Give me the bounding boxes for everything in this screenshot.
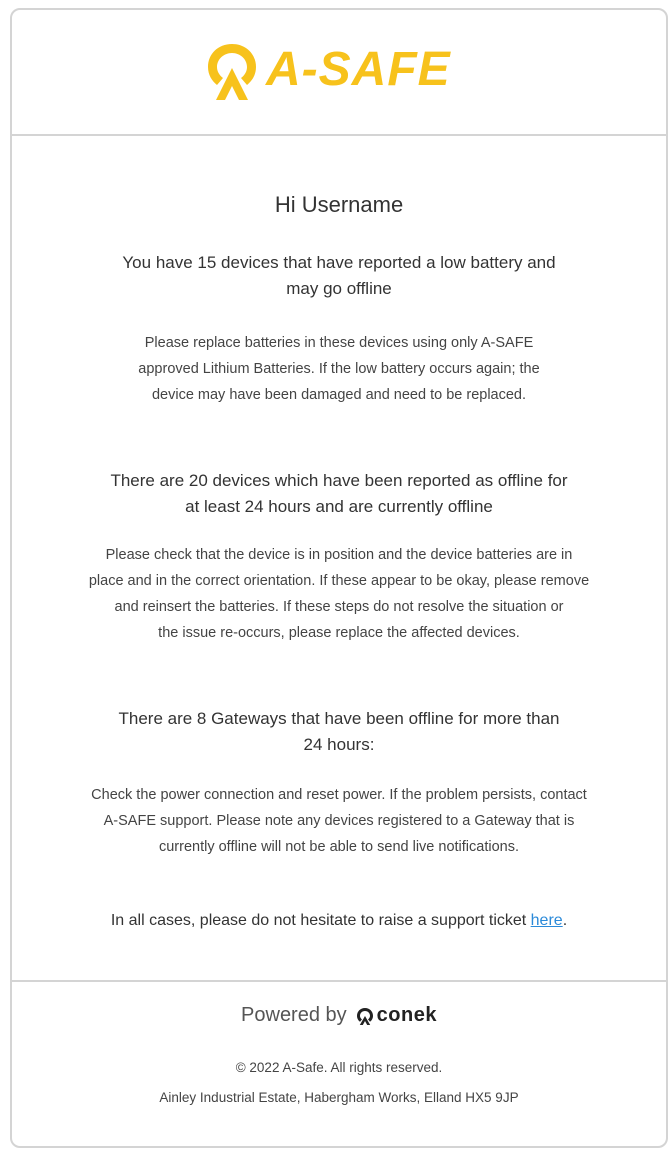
address-text: Ainley Industrial Estate, Habergham Work… (159, 1090, 519, 1105)
logo-text: A-SAFE (266, 43, 451, 96)
body-line: A-SAFE support. Please note any devices … (103, 813, 575, 829)
body-line: the issue re-occurs, please replace the … (158, 625, 520, 641)
closing-text-main: In all cases, please do not hesitate to … (110, 912, 531, 929)
body-line: Please check that the device is in posit… (105, 547, 573, 563)
greeting-heading: Hi Username (274, 192, 404, 217)
offline-gateways-title-line1: There are 8 Gateways that have been offl… (118, 709, 560, 728)
a-safe-logo-icon (208, 44, 256, 100)
body-line: device may have been damaged and need to… (151, 387, 527, 403)
body-line: Please replace batteries in these device… (144, 335, 534, 351)
support-ticket-link[interactable]: here (531, 912, 563, 929)
offline-devices-body: Please check that the device is in posit… (12, 542, 666, 646)
powered-by: Powered by conek (12, 1004, 666, 1027)
conek-logo: conek (355, 1004, 437, 1027)
powered-by-label: Powered by (241, 1004, 347, 1026)
low-battery-title-line2: may go offline (286, 279, 392, 298)
offline-gateways-title: There are 8 Gateways that have been offl… (12, 706, 666, 758)
offline-devices-title: There are 20 devices which have been rep… (12, 468, 666, 520)
email-container: A-SAFE Hi Username You have 15 devices t… (10, 8, 668, 1148)
low-battery-title: You have 15 devices that have reported a… (12, 250, 666, 302)
body-line: currently offline will not be able to se… (158, 839, 519, 855)
conek-logo-icon (356, 1007, 373, 1025)
email-content: Hi Username You have 15 devices that hav… (12, 136, 666, 980)
closing-text: In all cases, please do not hesitate to … (12, 912, 666, 930)
offline-devices-title-line1: There are 20 devices which have been rep… (110, 471, 568, 490)
body-line: approved Lithium Batteries. If the low b… (138, 361, 540, 377)
offline-gateways-body: Check the power connection and reset pow… (12, 782, 666, 860)
conek-logo-text: conek (376, 1004, 437, 1026)
closing-text-end: . (562, 912, 568, 929)
copyright-text: © 2022 A-Safe. All rights reserved. (235, 1060, 443, 1075)
offline-devices-title-line2: at least 24 hours and are currently offl… (185, 497, 493, 516)
a-safe-logo: A-SAFE (202, 38, 451, 102)
email-footer: Powered by conek © 2022 A-Safe. All righ… (12, 980, 666, 1150)
offline-gateways-title-line2: 24 hours: (303, 735, 375, 754)
email-header: A-SAFE (12, 10, 666, 136)
low-battery-title-line1: You have 15 devices that have reported a… (122, 253, 556, 272)
body-line: place and in the correct orientation. If… (88, 573, 590, 589)
low-battery-body: Please replace batteries in these device… (12, 330, 666, 408)
body-line: Check the power connection and reset pow… (91, 787, 587, 803)
body-line: and reinsert the batteries. If these ste… (114, 599, 564, 615)
